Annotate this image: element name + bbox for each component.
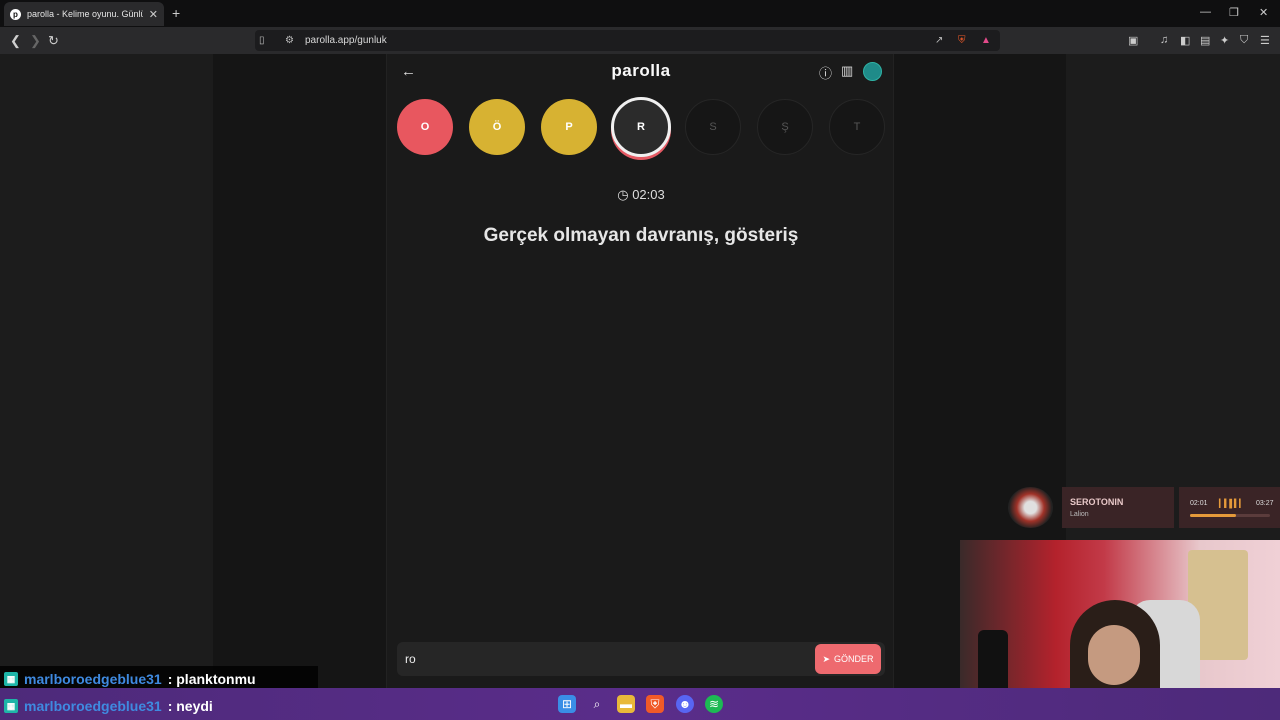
chat-text: : neydi: [167, 698, 213, 714]
media-icon[interactable]: ♫: [1160, 34, 1168, 46]
letter-track: O Ö P R S Ş T: [397, 97, 887, 157]
playback-progress: [1190, 514, 1270, 517]
chat-badge-icon: ▦: [4, 672, 18, 686]
browser-tab[interactable]: p parolla - Kelime oyunu. Günlük k ✕: [4, 2, 164, 26]
parolla-app: ← parolla ⓘ ▥ O Ö P R S Ş T ◷ 02:03 Gerç…: [386, 54, 894, 688]
panel-icon[interactable]: ◧: [1180, 34, 1190, 47]
letter-circle-r-active: R: [611, 97, 671, 157]
file-explorer-icon[interactable]: ▬: [617, 695, 635, 713]
address-bar[interactable]: ▯ ⚙ parolla.app/gunluk ↗ ⛨ ▲: [255, 30, 1000, 51]
tab-bar: p parolla - Kelime oyunu. Günlük k ✕ + —…: [0, 0, 1280, 27]
tab-title: parolla - Kelime oyunu. Günlük k: [27, 9, 143, 19]
chat-username: marlboroedgeblue31: [24, 698, 162, 714]
chat-message: ▦ marlboroedgeblue31 : neydi: [0, 694, 217, 718]
wallet-icon[interactable]: ▤: [1200, 34, 1210, 47]
now-playing-widget: SEROTONIN Lalion 02:01 ▎▍▌▍▎ 03:27: [1004, 487, 1280, 528]
url-text: parolla.app/gunluk: [305, 35, 387, 46]
send-label: GÖNDER: [834, 654, 874, 664]
clue-text: Gerçek olmayan davranış, gösteriş: [483, 225, 799, 246]
chat-username: marlboroedgeblue31: [24, 671, 162, 687]
site-info-icon[interactable]: ⚙: [285, 35, 294, 46]
letter-circle-t: T: [829, 99, 885, 155]
chat-text: : planktonmu: [167, 671, 256, 687]
info-icon[interactable]: ⓘ: [819, 63, 832, 82]
parolla-favicon-icon: p: [10, 8, 21, 20]
equalizer-icon: ▎▍▌▍▎: [1219, 499, 1245, 508]
reload-icon[interactable]: ↻: [48, 33, 59, 49]
close-tab-icon[interactable]: ✕: [149, 8, 158, 21]
stats-icon[interactable]: ▥: [841, 63, 853, 79]
vpn-icon[interactable]: ⛉: [1240, 34, 1248, 47]
letter-circle-p: P: [541, 99, 597, 155]
playback-progress-fill: [1190, 514, 1237, 517]
letter-circle-s: S: [685, 99, 741, 155]
sidebar-icon[interactable]: ▣: [1128, 34, 1138, 47]
search-icon[interactable]: ⌕: [588, 695, 606, 713]
timer: ◷ 02:03: [387, 187, 895, 203]
letter-circle-sh: Ş: [757, 99, 813, 155]
minimize-icon[interactable]: —: [1200, 6, 1211, 18]
send-button[interactable]: ➤ GÖNDER: [815, 644, 881, 674]
album-art: [1008, 487, 1053, 528]
elapsed-time: 02:01: [1190, 500, 1208, 507]
clock-icon: ◷: [617, 187, 629, 202]
bookmark-icon[interactable]: ▯: [259, 35, 265, 46]
timer-value: 02:03: [632, 187, 665, 202]
streamer-face: [1088, 625, 1140, 685]
answer-form: ➤ GÖNDER: [397, 642, 885, 676]
brave-shield-icon[interactable]: ⛨: [958, 35, 966, 46]
brave-rewards-icon[interactable]: ▲: [981, 35, 991, 46]
send-icon: ➤: [822, 653, 831, 664]
menu-icon[interactable]: ☰: [1260, 34, 1270, 47]
spotify-icon[interactable]: ≋: [705, 695, 723, 713]
answer-input[interactable]: [405, 650, 785, 668]
browser-toolbar: ❮ ❯ ↻ ▯ ⚙ parolla.app/gunluk ↗ ⛨ ▲ ▣ ♫ ◧…: [0, 27, 1280, 54]
chat-badge-icon: ▦: [4, 699, 18, 713]
page-left-margin: [0, 54, 213, 688]
restore-icon[interactable]: ❐: [1229, 6, 1239, 19]
letter-circle-o: O: [397, 99, 453, 155]
close-window-icon[interactable]: ✕: [1259, 6, 1268, 19]
letter-circle-oe: Ö: [469, 99, 525, 155]
duration-time: 03:27: [1256, 500, 1274, 507]
song-title: SEROTONIN: [1070, 497, 1124, 507]
forward-icon[interactable]: ❯: [30, 33, 41, 49]
leo-icon[interactable]: ✦: [1220, 34, 1229, 47]
back-icon[interactable]: ❮: [10, 33, 21, 49]
song-card: [1062, 487, 1174, 528]
share-icon[interactable]: ↗: [935, 35, 943, 46]
avatar[interactable]: [863, 62, 882, 81]
song-artist: Lalion: [1070, 511, 1089, 518]
start-icon[interactable]: ⊞: [558, 695, 576, 713]
new-tab-icon[interactable]: +: [172, 5, 180, 21]
brave-icon[interactable]: ⛨: [646, 695, 664, 713]
chat-message: ▦ marlboroedgeblue31 : planktonmu: [0, 667, 260, 691]
discord-icon[interactable]: ☻: [676, 695, 694, 713]
